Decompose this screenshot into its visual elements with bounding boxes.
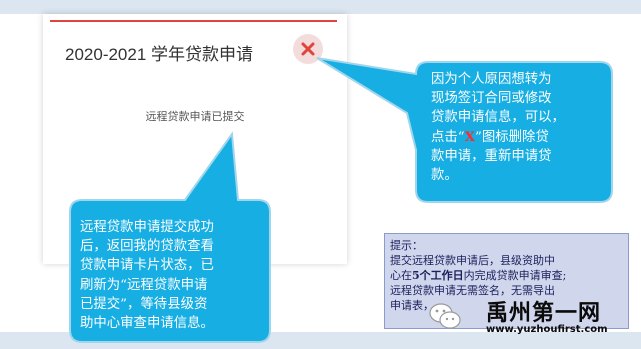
wechat-logo-icon <box>429 303 461 329</box>
tip-deadline: 5个工作日 <box>412 269 464 282</box>
callout-left-line: 贷款申请卡片状态，已 <box>80 258 214 274</box>
tip-line: 心在5个工作日内完成贷款申请审查; <box>390 268 623 283</box>
tip-line-part: 内完成贷款申请审查; <box>463 269 567 282</box>
tip-line: 提交远程贷款申请后，县级资助中 <box>390 254 555 267</box>
tip-heading: 提示： <box>390 239 423 252</box>
callout-left-line: 已提交”，等待县级资 <box>80 296 208 312</box>
callout-left-line: 助中心审查申请信息。 <box>80 316 214 332</box>
callout-left-line: 后，返回我的贷款查看 <box>80 239 214 255</box>
callout-left-text: 远程贷款申请提交成功 后，返回我的贷款查看 贷款申请卡片状态，已 刷新为“远程贷… <box>80 218 214 333</box>
watermark-title: 禹州第一网 <box>486 301 602 326</box>
tip-line-part: 心在 <box>390 269 412 282</box>
watermark: 禹州第一网 www.yuzhoufirst.com <box>428 295 628 335</box>
watermark-url: www.yuzhoufirst.com <box>486 324 608 335</box>
callout-left-line: 远程贷款申请提交成功 <box>80 220 214 235</box>
callout-left-line: 刷新为“远程贷款申请 <box>80 277 208 293</box>
